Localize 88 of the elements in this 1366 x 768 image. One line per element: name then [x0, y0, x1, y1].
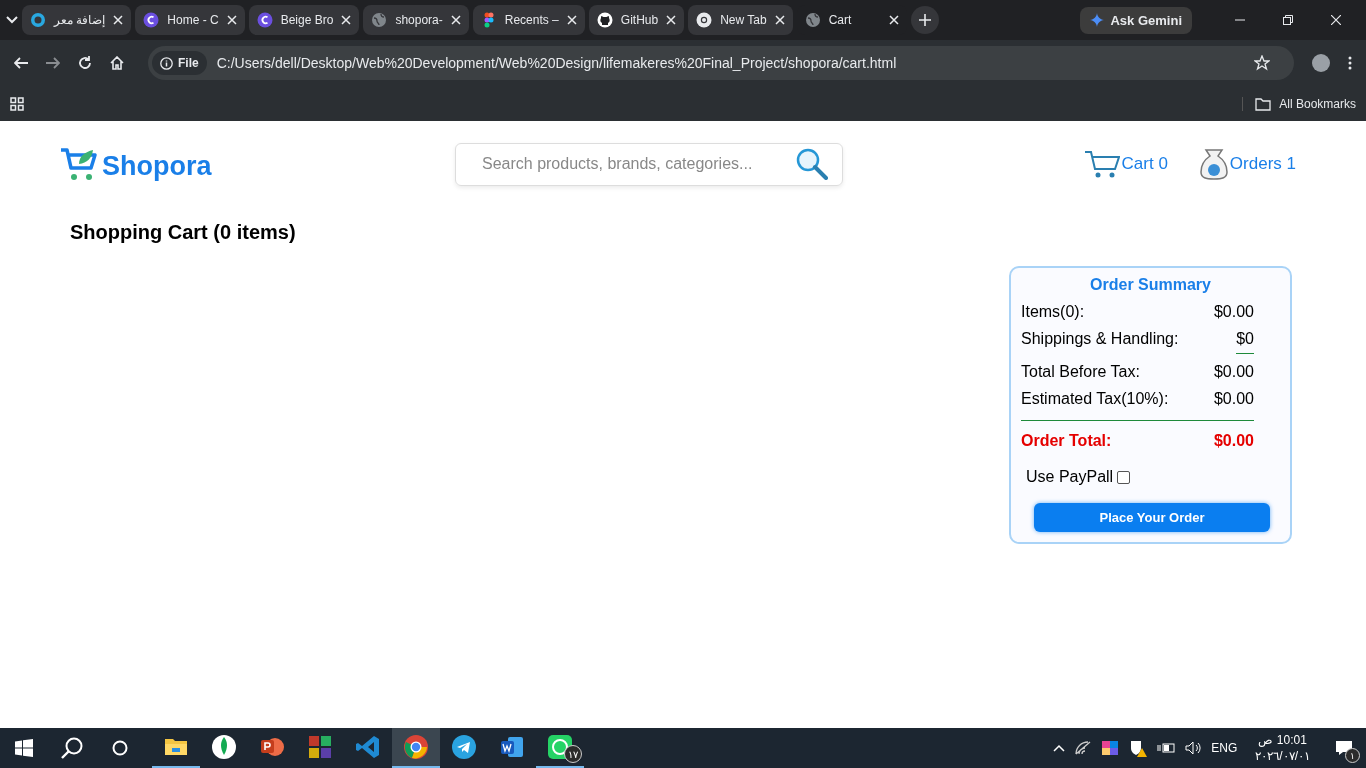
summary-value: $0.00 [1213, 363, 1254, 381]
sparkle-icon [1090, 13, 1105, 27]
clock-time[interactable]: 10:01 ص [1258, 732, 1307, 748]
restore-icon[interactable] [1283, 15, 1293, 25]
search-bar[interactable]: Search products, brands, categories... [455, 142, 843, 186]
close-icon[interactable] [450, 15, 461, 25]
count-badge: ١٧ [564, 745, 582, 763]
summary-value: $0.00 [1213, 303, 1254, 321]
search-icon[interactable] [796, 148, 828, 180]
close-icon[interactable] [226, 15, 237, 25]
summary-label: Total Before Tax: [1021, 363, 1140, 381]
cat-icon [596, 12, 613, 28]
taskbar-app[interactable]: ١٧ [536, 728, 584, 768]
money-bag-icon [1199, 148, 1228, 180]
browser-tab[interactable]: Home - C [135, 5, 245, 35]
site-info-chip[interactable]: File [152, 51, 207, 75]
browser-tab[interactable]: Beige Bro [248, 5, 360, 35]
reload-icon[interactable] [78, 56, 92, 70]
back-arrow-icon[interactable] [14, 57, 28, 69]
all-bookmarks-button[interactable]: All Bookmarks [1255, 97, 1356, 111]
search-icon [61, 737, 83, 759]
clock-date[interactable]: ٢٠٢٦/٠٧/٠١ [1255, 748, 1310, 764]
place-order-button[interactable]: Place Your Order [1034, 503, 1270, 532]
colored-squares-icon [307, 734, 333, 760]
browser-tab[interactable]: إضافة معر [22, 5, 132, 35]
close-icon[interactable] [566, 15, 577, 25]
shop-logo[interactable]: Shopora [60, 146, 455, 182]
profile-avatar-icon[interactable] [1312, 54, 1330, 72]
summary-label: Shippings & Handling: [1021, 330, 1179, 349]
summary-label: Order Total: [1021, 432, 1112, 450]
battery-plug-icon[interactable] [1157, 742, 1176, 754]
forward-arrow-icon[interactable] [46, 57, 60, 69]
summary-title: Order Summary [1089, 276, 1212, 294]
browser-tab[interactable]: GitHub [588, 5, 685, 35]
speaker-icon[interactable] [1185, 741, 1202, 755]
url-text: C:/Users/dell/Desktop/Web%20Development/Web%20Design/lifemakeres%20Final_Project/shopora/cart.html [216, 55, 898, 71]
summary-value: $0.00 [1213, 390, 1254, 408]
star-icon[interactable] [1254, 55, 1270, 71]
home-icon[interactable] [110, 56, 124, 70]
paypal-checkbox[interactable] [1117, 470, 1131, 484]
summary-label: Items(0): [1021, 303, 1085, 321]
taskbar-app[interactable] [392, 728, 440, 768]
more-menu-icon[interactable] [1348, 56, 1352, 70]
globe-icon [371, 12, 388, 28]
ask-gemini-button[interactable]: Ask Gemini [1080, 6, 1192, 34]
apps-grid-icon[interactable] [10, 97, 24, 111]
globe-icon [804, 12, 821, 28]
chrome-icon [403, 734, 429, 760]
close-icon[interactable] [774, 15, 785, 25]
letter-c-icon [256, 12, 273, 28]
folder-icon [1255, 97, 1272, 111]
paypal-label: Use PayPall [1026, 468, 1114, 486]
notification-icon[interactable] [1335, 740, 1353, 756]
windows-logo-icon [15, 739, 33, 757]
close-icon[interactable] [341, 15, 352, 25]
browser-tab[interactable]: New Tab [688, 5, 793, 35]
browser-tab[interactable]: shopora- [363, 5, 469, 35]
tab-list-caret-icon[interactable] [6, 16, 18, 24]
language-indicator[interactable]: ENG [1211, 741, 1238, 755]
chevron-up-icon[interactable] [1053, 744, 1066, 752]
summary-label: Estimated Tax(10%): [1021, 390, 1169, 408]
close-icon[interactable] [666, 15, 677, 25]
leaf-icon [211, 734, 237, 760]
chrome-icon [696, 12, 713, 28]
paper-plane-icon [451, 734, 477, 760]
new-tab-button[interactable] [910, 6, 939, 34]
orders-link[interactable]: Orders 1 [1199, 148, 1296, 180]
summary-value: $0 [1236, 330, 1254, 354]
notification-count: ١ [1345, 748, 1360, 763]
ring-icon [30, 12, 46, 28]
close-icon[interactable] [1331, 15, 1341, 25]
colorful-app-icon[interactable] [1101, 740, 1120, 756]
cart-link[interactable]: Cart 0 [1083, 148, 1168, 180]
close-icon[interactable] [113, 15, 124, 25]
shield-warning-icon[interactable] [1129, 739, 1148, 757]
circle-icon [112, 740, 128, 756]
letter-c-icon [143, 12, 160, 28]
page-heading: Shopping Cart (0 items) [70, 221, 297, 244]
address-bar[interactable]: File C:/Users/dell/Desktop/Web%20Development/Web%20Design/lifemakeres%20Final_Project/shopora/cart.html [148, 46, 1294, 80]
browser-tab[interactable]: Recents – [472, 5, 585, 35]
close-icon[interactable] [888, 15, 899, 25]
letter-w-icon [499, 734, 525, 760]
ribbon-icon [355, 734, 381, 760]
cart-icon [1083, 149, 1120, 179]
cart-leaf-icon [60, 146, 100, 182]
info-icon [160, 56, 173, 70]
plus-icon [918, 14, 931, 26]
summary-value: $0.00 [1213, 432, 1254, 450]
